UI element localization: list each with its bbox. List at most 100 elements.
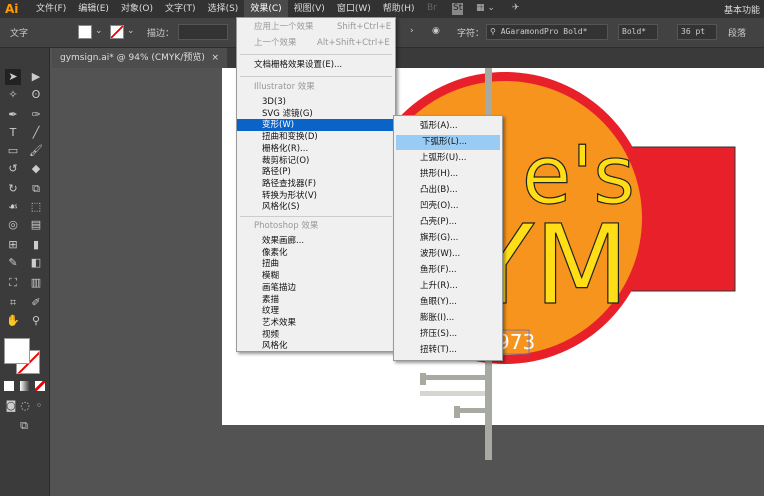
font-size-input[interactable]: 36 pt: [677, 24, 717, 40]
eraser-icon[interactable]: ◆: [28, 161, 44, 177]
gradient-mode-icon[interactable]: [20, 381, 30, 391]
zoom-tool-icon[interactable]: ⚲: [28, 313, 44, 329]
menu-item-illustrator-effect[interactable]: 栅格化(R)...: [237, 143, 395, 155]
menu-item-illustrator-effect[interactable]: 转换为形状(V): [237, 190, 395, 202]
warp-submenu-item[interactable]: 拱形(H)...: [394, 167, 502, 182]
mesh-tool-icon[interactable]: ⊞: [5, 237, 21, 253]
menu-view[interactable]: 视图(V): [288, 0, 331, 18]
perspective-grid-icon[interactable]: ▤: [28, 217, 44, 233]
menu-object[interactable]: 对象(O): [115, 0, 159, 18]
menu-item-illustrator-effect[interactable]: 路径查找器(F): [237, 178, 395, 190]
arrange-icon[interactable]: ▦ ⌄: [476, 3, 495, 15]
menu-item-photoshop-effect[interactable]: 风格化: [237, 340, 395, 352]
screen-mode-icon[interactable]: ⧉: [16, 418, 32, 434]
shape-builder-icon[interactable]: ◎: [5, 217, 21, 233]
menu-item-photoshop-effect[interactable]: 扭曲: [237, 258, 395, 270]
chevron-down-icon[interactable]: ⌄: [95, 26, 103, 36]
menu-item-illustrator-effect[interactable]: 3D(3): [237, 96, 395, 108]
menu-item-raster-settings[interactable]: 文档栅格效果设置(E)...: [237, 59, 395, 71]
color-mode-icon[interactable]: [4, 381, 14, 391]
warp-submenu-item[interactable]: 下弧形(L)...: [396, 135, 500, 150]
sync-icon[interactable]: ✈: [512, 3, 520, 15]
symbol-sprayer-icon[interactable]: ⛶: [5, 275, 21, 291]
rectangle-tool-icon[interactable]: ▭: [5, 143, 21, 159]
menu-item-illustrator-effect[interactable]: 裁剪标记(O): [237, 155, 395, 167]
slice-tool-icon[interactable]: ✐: [28, 295, 44, 311]
font-style-select[interactable]: Bold*: [618, 24, 658, 40]
stroke-swatch[interactable]: [110, 25, 124, 39]
menu-item-photoshop-effect[interactable]: 模糊: [237, 270, 395, 282]
close-icon[interactable]: ×: [211, 48, 219, 68]
warp-submenu-item[interactable]: 凸出(B)...: [394, 183, 502, 198]
bridge-icon[interactable]: Br: [427, 3, 437, 15]
free-transform-icon[interactable]: ⬚: [28, 199, 44, 215]
chevron-down-icon[interactable]: ⌄: [127, 26, 135, 36]
menu-edit[interactable]: 编辑(E): [72, 0, 115, 18]
menu-item-photoshop-effect[interactable]: 纹理: [237, 305, 395, 317]
menu-item-photoshop-effect[interactable]: 效果画廊...: [237, 235, 395, 247]
warp-submenu-item[interactable]: 凹壳(O)...: [394, 199, 502, 214]
photoshop-effects-header: Photoshop 效果: [254, 221, 319, 231]
sign-bar: [420, 391, 485, 396]
menu-item-photoshop-effect[interactable]: 像素化: [237, 247, 395, 259]
warp-submenu-item[interactable]: 波形(W)...: [394, 247, 502, 262]
draw-inside-icon[interactable]: ◦: [31, 398, 47, 414]
eyedropper-icon[interactable]: ✎: [5, 255, 21, 271]
shaper-tool-icon[interactable]: ↺: [5, 161, 21, 177]
artboard-tool-icon[interactable]: ⌗: [5, 295, 21, 311]
blend-tool-icon[interactable]: ◧: [28, 255, 44, 271]
type-tool-icon[interactable]: T: [5, 125, 21, 141]
menu-type[interactable]: 文字(T): [159, 0, 202, 18]
menu-item-illustrator-effect[interactable]: 路径(P): [237, 166, 395, 178]
direct-selection-tool-icon[interactable]: ▶: [28, 69, 44, 85]
warp-submenu-item[interactable]: 挤压(S)...: [394, 327, 502, 342]
lasso-icon[interactable]: ʘ: [28, 87, 44, 103]
curvature-tool-icon[interactable]: ✑: [28, 107, 44, 123]
warp-submenu-item[interactable]: 旗形(G)...: [394, 231, 502, 246]
menu-item-photoshop-effect[interactable]: 艺术效果: [237, 317, 395, 329]
warp-submenu-item[interactable]: 鱼形(F)...: [394, 263, 502, 278]
warp-submenu-item[interactable]: 上弧形(U)...: [394, 151, 502, 166]
warp-submenu-item[interactable]: 上升(R)...: [394, 279, 502, 294]
paintbrush-icon[interactable]: 🖌: [28, 143, 44, 159]
menu-item-illustrator-effect[interactable]: SVG 滤镜(G): [237, 108, 395, 120]
rotate-tool-icon[interactable]: ↻: [5, 181, 21, 197]
menu-select[interactable]: 选择(S): [202, 0, 245, 18]
fill-swatch[interactable]: [78, 25, 92, 39]
paragraph-label[interactable]: 段落: [728, 26, 746, 39]
scale-tool-icon[interactable]: ⧉: [28, 181, 44, 197]
warp-submenu-item[interactable]: 凸壳(P)...: [394, 215, 502, 230]
magic-wand-icon[interactable]: ✧: [5, 87, 21, 103]
chevron-right-icon[interactable]: ›: [410, 26, 414, 36]
menu-item-illustrator-effect[interactable]: 风格化(S): [237, 201, 395, 213]
fill-color-box[interactable]: [4, 338, 30, 364]
workspace-switcher[interactable]: 基本功能: [724, 3, 760, 16]
selection-tool-icon[interactable]: ➤: [5, 69, 21, 85]
menu-item-illustrator-effect[interactable]: 变形(W): [237, 119, 395, 132]
stroke-weight-input[interactable]: [178, 24, 228, 40]
menu-item-photoshop-effect[interactable]: 素描: [237, 294, 395, 306]
globe-icon[interactable]: ◉: [432, 26, 440, 36]
none-mode-icon[interactable]: [35, 381, 45, 391]
menu-effect[interactable]: 效果(C): [244, 0, 288, 18]
font-family-input[interactable]: ⚲ AGaramondPro Bold*: [486, 24, 608, 40]
warp-submenu-item[interactable]: 鱼眼(Y)...: [394, 295, 502, 310]
menu-item-photoshop-effect[interactable]: 画笔描边: [237, 282, 395, 294]
graph-tool-icon[interactable]: ▥: [28, 275, 44, 291]
warp-submenu-item[interactable]: 扭转(T)...: [394, 343, 502, 358]
document-tab[interactable]: gymsign.ai* @ 94% (CMYK/预览) ×: [52, 48, 227, 68]
warp-tool-icon[interactable]: ☙: [5, 199, 21, 215]
stock-icon[interactable]: St: [452, 3, 464, 15]
sign-bar: [420, 375, 485, 380]
hand-tool-icon[interactable]: ✋: [5, 313, 21, 329]
warp-submenu-item[interactable]: 膨胀(I)...: [394, 311, 502, 326]
line-tool-icon[interactable]: ╱: [28, 125, 44, 141]
menu-item-illustrator-effect[interactable]: 扭曲和变换(D): [237, 131, 395, 143]
warp-submenu-item[interactable]: 弧形(A)...: [394, 119, 502, 134]
menu-file[interactable]: 文件(F): [30, 0, 72, 18]
menu-window[interactable]: 窗口(W): [331, 0, 377, 18]
gradient-tool-icon[interactable]: ▮: [28, 237, 44, 253]
menu-item-photoshop-effect[interactable]: 视频: [237, 329, 395, 341]
menu-help[interactable]: 帮助(H): [377, 0, 421, 18]
pen-tool-icon[interactable]: ✒: [5, 107, 21, 123]
